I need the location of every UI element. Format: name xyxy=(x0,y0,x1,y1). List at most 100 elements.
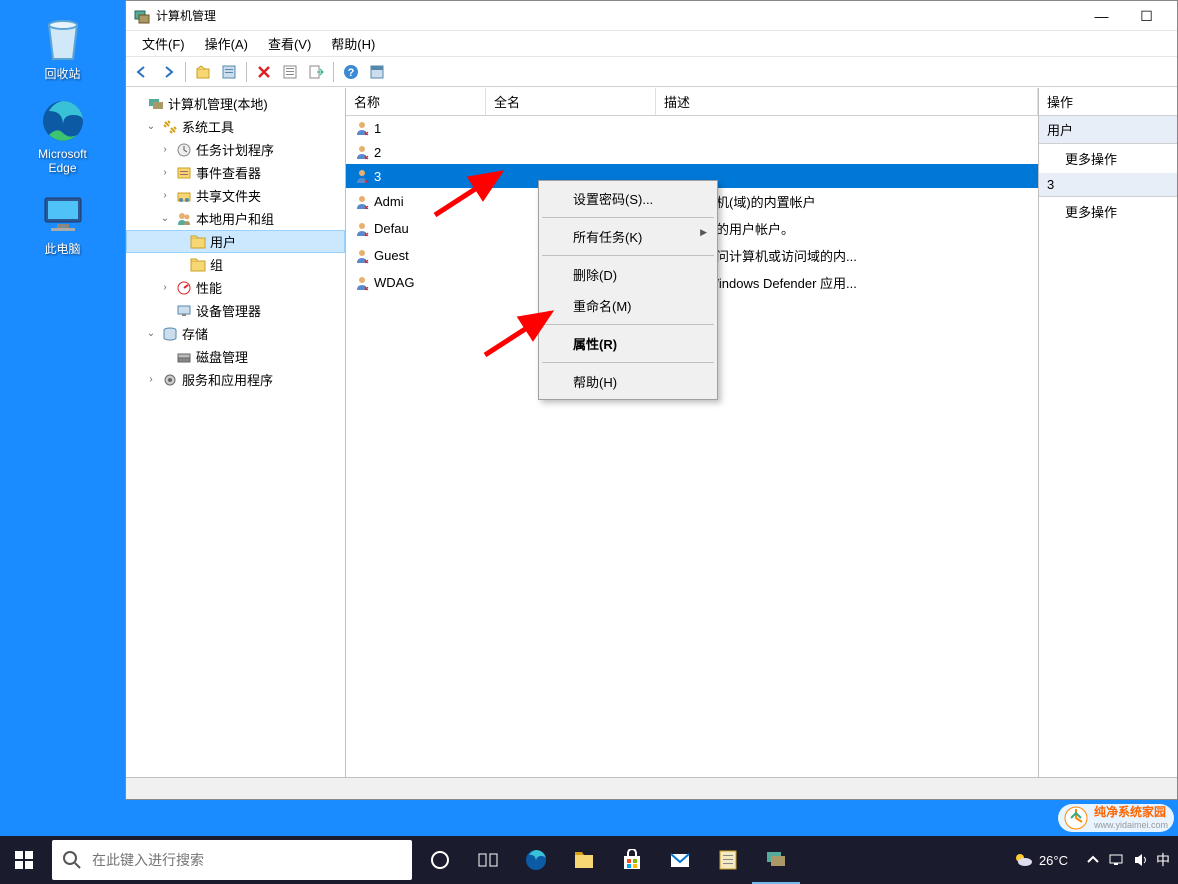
user-icon xyxy=(354,194,370,210)
cortana-button[interactable] xyxy=(416,836,464,884)
tools-icon xyxy=(162,119,178,135)
ctx-all-tasks[interactable]: 所有任务(K) xyxy=(541,221,715,252)
action-more-users[interactable]: 更多操作 xyxy=(1039,144,1177,173)
tree-task-scheduler[interactable]: ›任务计划程序 xyxy=(126,138,345,161)
performance-icon xyxy=(176,280,192,296)
list-row[interactable]: 1 xyxy=(346,116,1038,140)
cell-description xyxy=(656,126,1038,130)
taskbar-edge[interactable] xyxy=(512,836,560,884)
menu-view[interactable]: 查看(V) xyxy=(258,31,321,56)
action-section-users: 用户 xyxy=(1039,116,1177,144)
folder-icon xyxy=(190,234,206,250)
expand-icon[interactable]: › xyxy=(158,190,172,201)
taskbar-mail[interactable] xyxy=(656,836,704,884)
expand-icon[interactable]: › xyxy=(158,282,172,293)
collapse-icon[interactable]: ⌄ xyxy=(158,213,172,224)
tree-event-viewer[interactable]: ›事件查看器 xyxy=(126,161,345,184)
ctx-set-password[interactable]: 设置密码(S)... xyxy=(541,183,715,214)
props-button[interactable] xyxy=(217,60,241,84)
context-menu: 设置密码(S)... 所有任务(K) 删除(D) 重命名(M) 属性(R) 帮助… xyxy=(538,180,718,400)
action-more-item3[interactable]: 更多操作 xyxy=(1039,197,1177,226)
tree-services-apps[interactable]: ›服务和应用程序 xyxy=(126,368,345,391)
tree-local-users[interactable]: ⌄本地用户和组 xyxy=(126,207,345,230)
tray-network-icon[interactable] xyxy=(1108,851,1126,869)
users-group-icon xyxy=(176,211,192,227)
tree-root[interactable]: 计算机管理(本地) xyxy=(126,92,345,115)
cell-name: 3 xyxy=(374,169,381,184)
tree-system-tools[interactable]: ⌄系统工具 xyxy=(126,115,345,138)
collapse-icon[interactable]: ⌄ xyxy=(144,328,158,339)
col-description[interactable]: 描述 xyxy=(656,88,1038,115)
tree-users[interactable]: 用户 xyxy=(126,230,345,253)
user-icon xyxy=(354,248,370,264)
statusbar xyxy=(126,777,1177,799)
cell-name: 2 xyxy=(374,145,381,160)
cell-fullname xyxy=(486,174,656,178)
maximize-button[interactable]: ☐ xyxy=(1124,2,1169,30)
minimize-button[interactable]: — xyxy=(1079,2,1124,30)
collapse-icon[interactable]: ⌄ xyxy=(144,121,158,132)
tree-device-manager[interactable]: 设备管理器 xyxy=(126,299,345,322)
tree-shared-folders[interactable]: ›共享文件夹 xyxy=(126,184,345,207)
list-row[interactable]: 2 xyxy=(346,140,1038,164)
start-button[interactable] xyxy=(0,836,48,884)
tree-panel[interactable]: 计算机管理(本地) ⌄系统工具 ›任务计划程序 ›事件查看器 ›共享文件夹 ⌄本… xyxy=(126,88,346,777)
expand-icon[interactable]: › xyxy=(158,144,172,155)
edge-icon[interactable]: Microsoft Edge xyxy=(25,97,100,175)
ime-indicator[interactable]: 中 xyxy=(1156,850,1170,870)
taskbar-explorer[interactable] xyxy=(560,836,608,884)
expand-icon[interactable]: › xyxy=(144,374,158,385)
task-view-button[interactable] xyxy=(464,836,512,884)
gear-icon xyxy=(162,372,178,388)
delete-button[interactable] xyxy=(252,60,276,84)
col-name[interactable]: 名称 xyxy=(346,88,486,115)
recycle-bin-icon[interactable]: 回收站 xyxy=(25,15,100,82)
computer-management-window: 计算机管理 — ☐ 文件(F) 操作(A) 查看(V) 帮助(H) ? 计算机管… xyxy=(125,0,1178,800)
col-fullname[interactable]: 全名 xyxy=(486,88,656,115)
user-icon xyxy=(354,168,370,184)
tree-performance[interactable]: ›性能 xyxy=(126,276,345,299)
up-button[interactable] xyxy=(191,60,215,84)
titlebar: 计算机管理 — ☐ xyxy=(126,1,1177,31)
taskbar-notepad[interactable] xyxy=(704,836,752,884)
back-button[interactable] xyxy=(130,60,154,84)
cell-fullname xyxy=(486,126,656,130)
this-pc-icon[interactable]: 此电脑 xyxy=(25,190,100,257)
help-button[interactable]: ? xyxy=(339,60,363,84)
device-icon xyxy=(176,303,192,319)
ctx-delete[interactable]: 删除(D) xyxy=(541,259,715,290)
tree-storage[interactable]: ⌄存储 xyxy=(126,322,345,345)
weather-icon xyxy=(1013,850,1033,870)
toolbar-sep xyxy=(246,62,247,82)
search-box[interactable] xyxy=(52,840,412,880)
tree-disk-management[interactable]: 磁盘管理 xyxy=(126,345,345,368)
forward-button[interactable] xyxy=(156,60,180,84)
search-icon xyxy=(62,850,82,870)
menu-help[interactable]: 帮助(H) xyxy=(321,31,385,56)
ctx-sep xyxy=(542,255,714,256)
ctx-sep xyxy=(542,324,714,325)
weather-widget[interactable]: 26°C xyxy=(1013,850,1068,870)
tray-chevron-up-icon[interactable] xyxy=(1084,851,1102,869)
ctx-rename[interactable]: 重命名(M) xyxy=(541,290,715,321)
expand-icon[interactable]: › xyxy=(158,167,172,178)
taskbar-store[interactable] xyxy=(608,836,656,884)
app-icon xyxy=(134,8,150,24)
properties-button[interactable] xyxy=(278,60,302,84)
ctx-properties[interactable]: 属性(R) xyxy=(541,328,715,359)
disk-icon xyxy=(176,349,192,365)
weather-temp: 26°C xyxy=(1039,853,1068,868)
menu-action[interactable]: 操作(A) xyxy=(195,31,258,56)
ctx-help[interactable]: 帮助(H) xyxy=(541,366,715,397)
toolbar-sep xyxy=(333,62,334,82)
tree-groups[interactable]: 组 xyxy=(126,253,345,276)
tray-volume-icon[interactable] xyxy=(1132,851,1150,869)
taskbar-compmgmt[interactable] xyxy=(752,836,800,884)
desktop: 回收站 Microsoft Edge 此电脑 xyxy=(0,0,125,830)
event-icon xyxy=(176,165,192,181)
view-button[interactable] xyxy=(365,60,389,84)
search-input[interactable] xyxy=(92,852,412,868)
export-button[interactable] xyxy=(304,60,328,84)
action-header: 操作 xyxy=(1039,88,1177,116)
menu-file[interactable]: 文件(F) xyxy=(132,31,195,56)
